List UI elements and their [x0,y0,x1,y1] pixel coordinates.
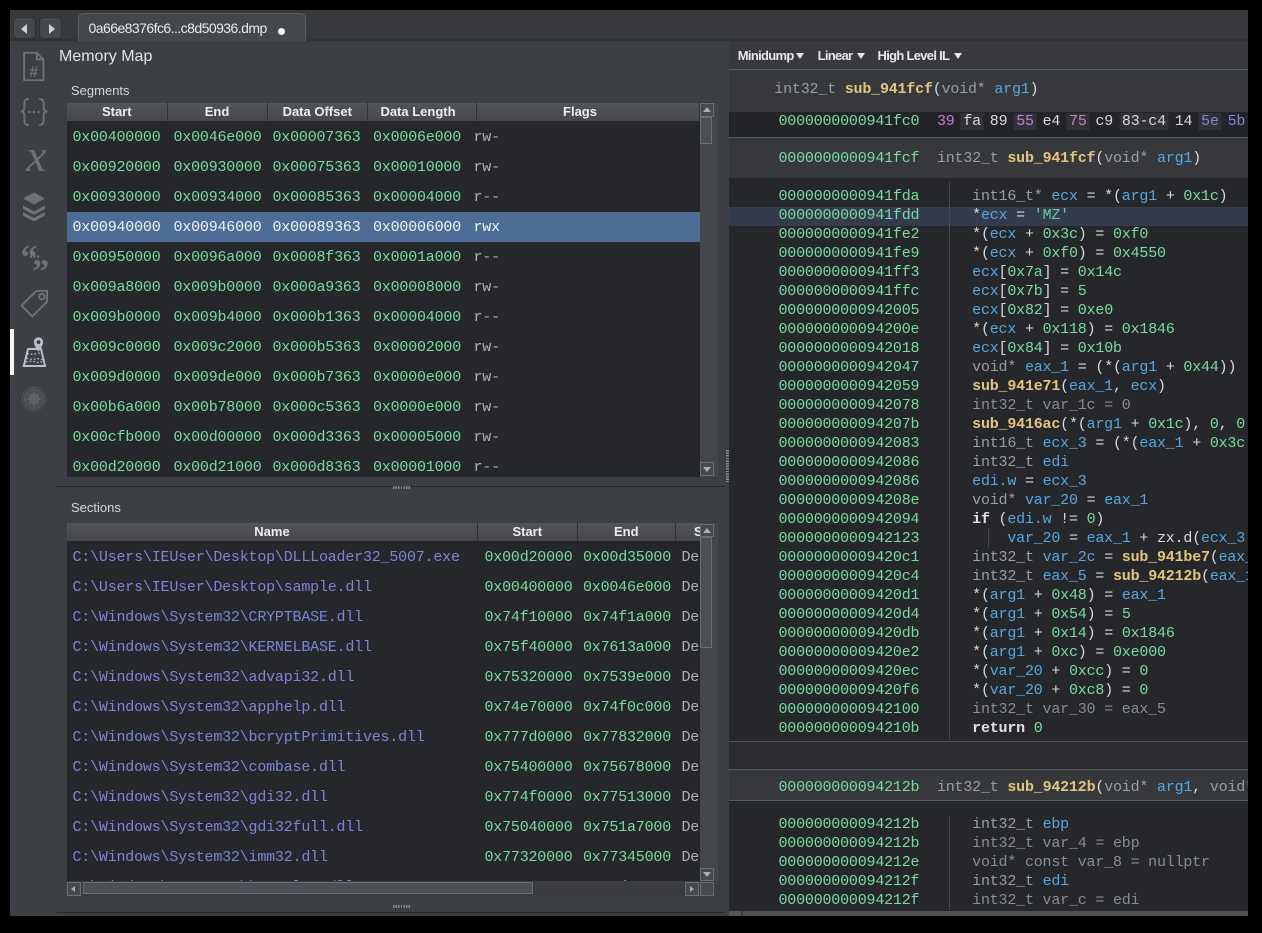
svg-text:x: x [25,142,46,176]
svg-text:#: # [29,64,38,81]
svg-text:„: „ [32,243,49,273]
